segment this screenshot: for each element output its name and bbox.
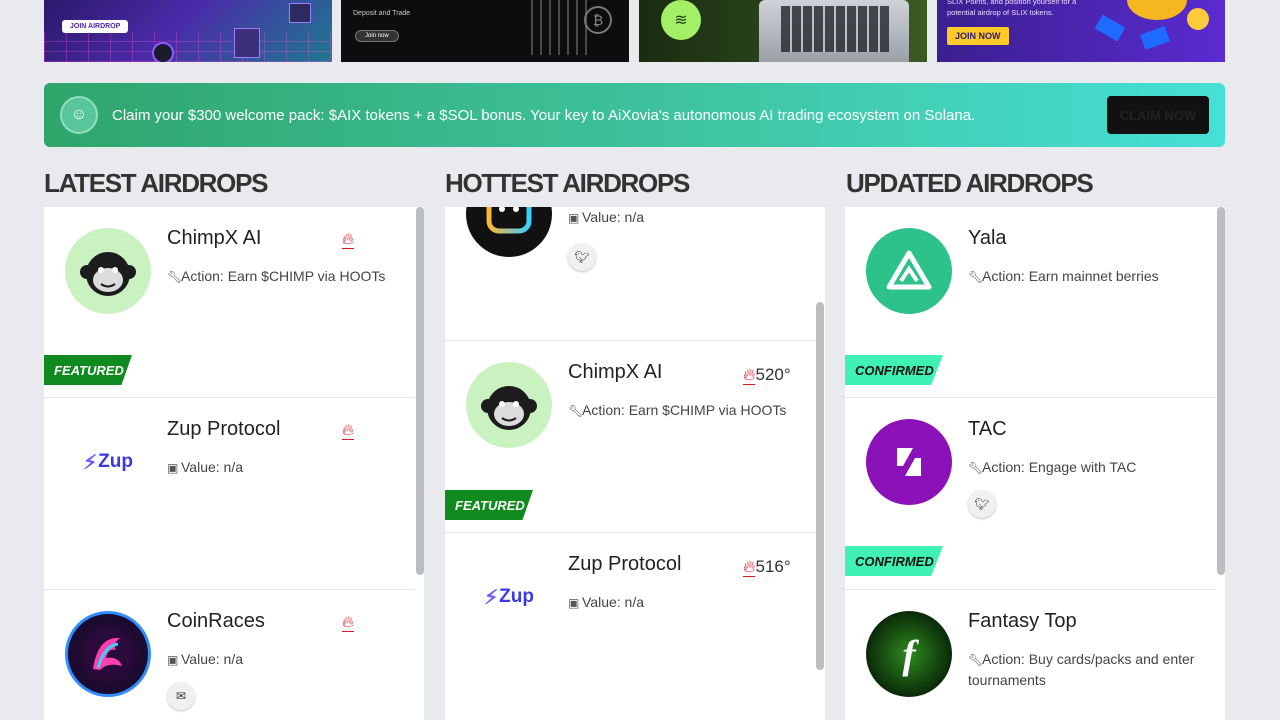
latest-airdrops-title: LATEST AIRDROPS	[44, 168, 268, 198]
airdrop-name[interactable]: ChimpX AI	[167, 227, 261, 250]
chimpx-logo	[65, 228, 151, 314]
banner-text: SLIX Points, and position yourself for a…	[947, 0, 1077, 17]
featured-badge: FEATURED	[44, 355, 132, 385]
crate-icon	[234, 28, 260, 58]
robot-face-logo	[466, 207, 552, 257]
airdrop-value: ▣ Value: n/a	[167, 649, 407, 670]
updated-airdrops-list[interactable]: Yala 🔧︎Action: Earn mainnet berries CONF…	[845, 207, 1225, 720]
airdrop-card[interactable]: ChimpX AI 🔥︎520° 🔧︎Action: Earn $CHIMP v…	[445, 341, 815, 533]
fantasy-top-logo: f	[866, 611, 952, 697]
fire-icon: 🔥︎	[342, 422, 354, 440]
wrench-icon: 🔧︎	[167, 270, 183, 284]
scrollbar[interactable]	[416, 207, 424, 575]
robot-avatar-icon: ☺	[60, 96, 98, 134]
money-icon: ▣	[568, 596, 580, 610]
gold-coin-graphic	[1127, 0, 1187, 20]
gold-coin-graphic	[1187, 8, 1209, 30]
confirmed-badge: CONFIRMED	[845, 355, 943, 385]
featured-badge: FEATURED	[445, 490, 533, 520]
airdrop-action: 🔧︎Action: Earn $CHIMP via HOOTs	[167, 266, 407, 287]
bitcoin-icon: ₿	[584, 6, 612, 34]
claim-now-button[interactable]: CLAIM NOW	[1107, 96, 1209, 134]
candlestick-graphic	[531, 0, 591, 55]
fire-icon: 🔥︎	[342, 231, 354, 249]
promo-message: Claim your $300 welcome pack: $AIX token…	[112, 106, 976, 124]
money-icon: ▣	[167, 461, 179, 475]
keyboard-graphic	[781, 6, 889, 52]
airdrop-card[interactable]: TAC 🔧︎Action: Engage with TAC 🐦︎ CONFIRM…	[845, 398, 1215, 590]
tac-logo	[866, 419, 952, 505]
wrench-icon: 🔧︎	[568, 404, 584, 418]
banner-grid-decoration	[44, 32, 332, 62]
airdrop-name[interactable]: Zup Protocol	[167, 418, 280, 441]
airdrop-action: 🔧︎Action: Earn mainnet berries	[968, 266, 1208, 287]
ticket-graphic	[1140, 26, 1170, 50]
airdrop-name[interactable]: ChimpX AI	[568, 361, 662, 384]
airdrop-card[interactable]: CoinRaces 🔥︎ ▣ Value: n/a ✉	[44, 590, 414, 720]
banner-slix[interactable]: SLIX Points, and position yourself for a…	[937, 0, 1225, 62]
wrench-icon: 🔧︎	[968, 461, 984, 475]
twitter-icon[interactable]: 🐦︎	[568, 243, 596, 271]
yala-logo	[866, 228, 952, 314]
airdrop-name[interactable]: Yala	[968, 227, 1007, 250]
airdrop-name[interactable]: Zup Protocol	[568, 553, 681, 576]
banner-airdrops[interactable]: JOIN AIRDROP	[44, 0, 332, 62]
airdrop-name[interactable]: TAC	[968, 418, 1007, 441]
wrench-icon: 🔧︎	[968, 270, 984, 284]
fire-icon: 🔥︎	[342, 614, 354, 632]
ticket-graphic	[1094, 14, 1126, 42]
envelope-icon[interactable]: ✉	[167, 682, 195, 710]
airdrop-card[interactable]: ⚡︎ Zup Zup Protocol 🔥︎516° ▣ Value: n/a	[445, 533, 815, 720]
latest-airdrops-list[interactable]: ChimpX AI 🔥︎ 🔧︎Action: Earn $CHIMP via H…	[44, 207, 424, 720]
airdrop-card[interactable]: f Fantasy Top 🔧︎Action: Buy cards/packs …	[845, 590, 1215, 720]
fire-icon: 🔥︎	[743, 365, 756, 385]
airdrop-card[interactable]: ChimpX AI 🔥︎ 🔧︎Action: Earn $CHIMP via H…	[44, 207, 414, 398]
airdrop-card[interactable]: ▣ Value: n/a 🐦︎	[445, 207, 815, 341]
zup-logo: ⚡︎ Zup	[484, 586, 534, 609]
airdrop-value: ▣ Value: n/a	[568, 592, 808, 613]
scrollbar[interactable]	[816, 302, 824, 670]
hotness-score: 🔥︎516°	[743, 557, 791, 577]
money-icon: ▣	[568, 211, 580, 225]
banner-laptop[interactable]: ≋	[639, 0, 927, 62]
coinraces-logo	[65, 611, 151, 697]
join-airdrop-button[interactable]: JOIN AIRDROP	[62, 20, 129, 33]
hottest-airdrops-list[interactable]: ▣ Value: n/a 🐦︎ ChimpX AI 🔥︎520° 🔧︎Action…	[445, 207, 825, 720]
confirmed-badge: CONFIRMED	[845, 546, 943, 576]
airdrop-value: ▣ Value: n/a	[568, 207, 808, 228]
wrench-icon: 🔧︎	[968, 653, 984, 667]
hottest-airdrops-title: HOTTEST AIRDROPS	[445, 168, 690, 198]
fire-icon: 🔥︎	[743, 557, 756, 577]
join-now-button[interactable]: Join now	[355, 30, 399, 42]
airdrop-card[interactable]: ⚡︎ Zup Zup Protocol 🔥︎ ▣ Value: n/a	[44, 398, 414, 590]
airdrop-action: 🔧︎Action: Buy cards/packs and enter tour…	[968, 651, 1195, 688]
updated-airdrops-title: UPDATED AIRDROPS	[846, 168, 1094, 198]
solana-coin-icon	[152, 42, 174, 62]
airdrop-name[interactable]: CoinRaces	[167, 610, 265, 633]
twitter-icon[interactable]: 🐦︎	[968, 490, 996, 518]
join-now-button[interactable]: JOIN NOW	[947, 27, 1009, 45]
airdrop-action: 🔧︎Action: Engage with TAC	[968, 457, 1208, 478]
hotness-score: 🔥︎520°	[743, 365, 791, 385]
banner-deposit-trade[interactable]: Deposit and Trade Join now ₿	[341, 0, 629, 62]
layers-logo-icon: ≋	[661, 0, 701, 40]
chimpx-logo	[466, 362, 552, 448]
airdrop-value: ▣ Value: n/a	[167, 457, 407, 478]
airdrop-name[interactable]: Fantasy Top	[968, 610, 1077, 633]
promo-bar: ☺ Claim your $300 welcome pack: $AIX tok…	[44, 83, 1225, 147]
airdrop-card[interactable]: Yala 🔧︎Action: Earn mainnet berries CONF…	[845, 207, 1215, 398]
crate-icon	[289, 3, 311, 23]
scrollbar[interactable]	[1217, 207, 1225, 575]
money-icon: ▣	[167, 653, 179, 667]
airdrop-action: 🔧︎Action: Earn $CHIMP via HOOTs	[568, 400, 808, 421]
banner-text: Deposit and Trade	[353, 10, 411, 17]
zup-logo: ⚡︎ Zup	[83, 451, 133, 474]
